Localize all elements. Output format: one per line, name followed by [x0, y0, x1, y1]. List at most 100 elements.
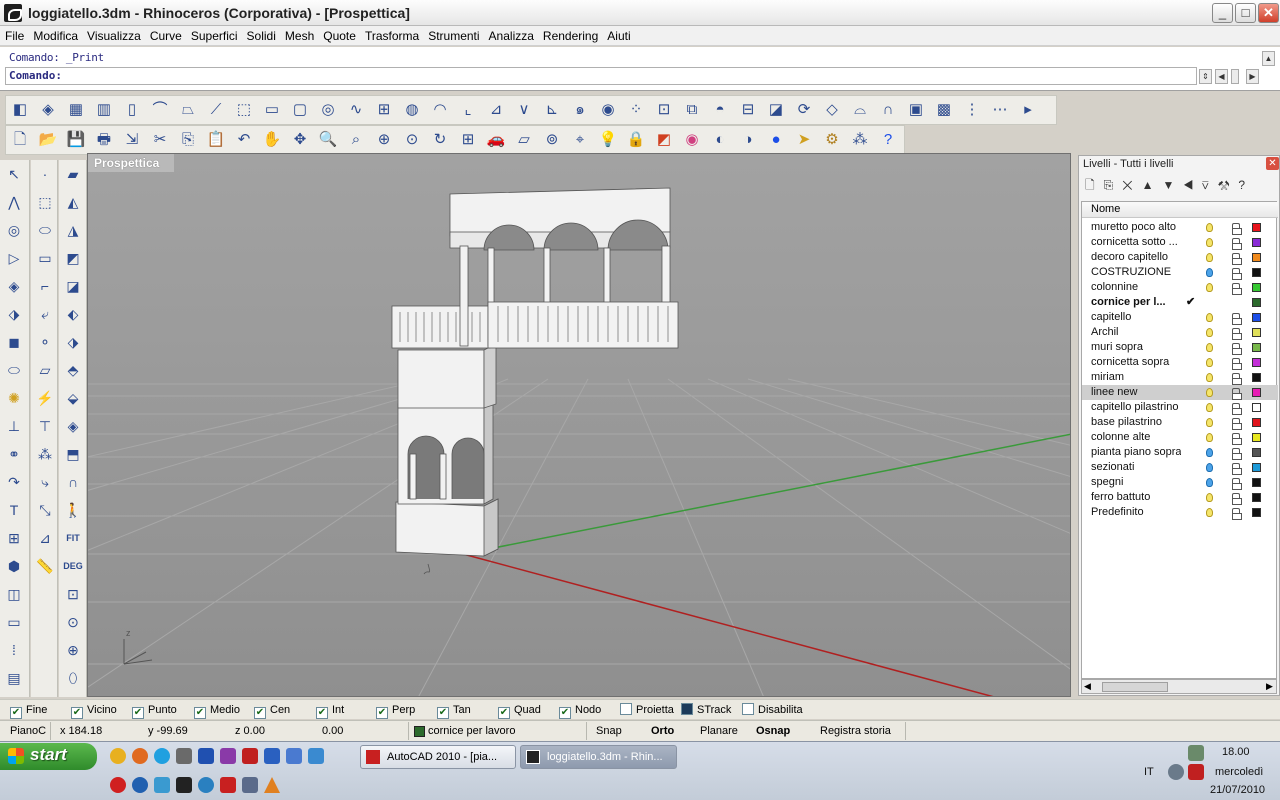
target-icon[interactable]: ⊚ — [538, 126, 566, 154]
layout-icon[interactable]: ⊡ — [650, 96, 678, 124]
snap-icon[interactable]: ⌖ — [566, 126, 594, 154]
ruler-icon[interactable]: 📏 — [31, 552, 59, 580]
visibility-bulb-icon[interactable] — [1206, 313, 1213, 322]
surface-i-icon[interactable]: ◈ — [59, 412, 87, 440]
expand-icon[interactable]: ▸ — [1014, 96, 1042, 124]
osnap-quad[interactable]: ✔ Quad — [498, 703, 541, 719]
pointer-icon[interactable]: ➤ — [790, 126, 818, 154]
move-down-icon[interactable]: ▼ — [1163, 178, 1184, 192]
patch-icon[interactable]: ⊟ — [734, 96, 762, 124]
tray-arrow-icon[interactable] — [1168, 764, 1184, 780]
cylinder-base-icon[interactable]: ⬯ — [59, 664, 87, 692]
copy-icon[interactable]: ⎘ — [174, 126, 202, 154]
four-view-icon[interactable]: ⊞ — [454, 126, 482, 154]
surface-g-icon[interactable]: ⬘ — [59, 356, 87, 384]
layer-color-swatch[interactable] — [1252, 313, 1261, 322]
osnap-checkbox[interactable]: ✔ — [376, 707, 388, 719]
unlock-icon[interactable] — [1232, 448, 1242, 460]
curve-icon[interactable]: ∿ — [342, 96, 370, 124]
trim-tool-icon[interactable]: ⊤ — [31, 412, 59, 440]
layer-row[interactable]: muri sopra — [1082, 340, 1278, 355]
photoshop-icon[interactable] — [198, 748, 214, 764]
snap-toggle[interactable]: Snap — [596, 724, 622, 739]
firefox-icon[interactable] — [132, 748, 148, 764]
layer-row[interactable]: ferro battuto — [1082, 490, 1278, 505]
box-edit-icon[interactable]: ⬚ — [230, 96, 258, 124]
unlock-icon[interactable] — [1232, 253, 1242, 265]
viewport-perspective[interactable]: z Prospettica — [87, 153, 1071, 697]
tool-icon[interactable] — [176, 748, 192, 764]
layer-color-swatch[interactable] — [1252, 343, 1261, 352]
curve-tool-icon[interactable]: ▷ — [0, 244, 28, 272]
layer-name[interactable]: capitello — [1091, 310, 1181, 325]
options-icon[interactable]: ⁂ — [846, 126, 874, 154]
layer-color-swatch[interactable] — [1252, 238, 1261, 247]
menu-aiuti[interactable]: Aiuti — [602, 26, 634, 44]
chevron-right-icon[interactable]: ▶ — [1246, 69, 1259, 84]
splitter-icon[interactable] — [1231, 69, 1239, 84]
arch-icon[interactable]: ∩ — [874, 96, 902, 124]
grid-icon[interactable]: ▦ — [62, 96, 90, 124]
layer-color-swatch[interactable] — [1252, 418, 1261, 427]
paste-icon[interactable]: 📋 — [202, 126, 230, 154]
point-icon[interactable]: ◉ — [594, 96, 622, 124]
move-up-icon[interactable]: ▲ — [1142, 178, 1163, 192]
save-icon[interactable]: 💾 — [62, 126, 90, 154]
menu-solidi[interactable]: Solidi — [242, 26, 280, 44]
layer-row[interactable]: pianta piano sopra — [1082, 445, 1278, 460]
new-layer-icon[interactable]: 🗋 — [1085, 178, 1104, 192]
current-layer-name[interactable]: cornice per lavoro — [428, 724, 515, 739]
walk-icon[interactable]: 🚶 — [59, 496, 87, 524]
surface-a-icon[interactable]: ◭ — [59, 188, 87, 216]
task-rhino[interactable]: loggiatello.3dm - Rhin... — [520, 745, 677, 769]
unlock-icon[interactable] — [1232, 328, 1242, 340]
layer-color-swatch[interactable] — [1252, 373, 1261, 382]
layer-row[interactable]: decoro capitello — [1082, 250, 1278, 265]
osnap-checkbox[interactable]: ✔ — [132, 707, 144, 719]
menu-rendering[interactable]: Rendering — [538, 26, 602, 44]
osnap-disabilita[interactable]: Disabilita — [742, 703, 803, 717]
split-icon[interactable]: ◪ — [762, 96, 790, 124]
zoom-extents-icon[interactable]: ⊕ — [370, 126, 398, 154]
hook-icon[interactable]: ⌐ — [31, 272, 59, 300]
fit-icon[interactable]: FIT — [59, 524, 87, 552]
select-icon[interactable]: ⁘ — [622, 96, 650, 124]
layer-name[interactable]: colonnine — [1091, 280, 1181, 295]
settings-icon[interactable]: ⚙ — [818, 126, 846, 154]
loft-icon[interactable]: ⏢ — [174, 96, 202, 124]
undo-icon[interactable]: ↶ — [230, 126, 258, 154]
snap-grid-icon[interactable]: ⊡ — [59, 580, 87, 608]
color-wheel-icon[interactable]: ◉ — [678, 126, 706, 154]
layer-row[interactable]: COSTRUZIONE — [1082, 265, 1278, 280]
layer-row[interactable]: spegni — [1082, 475, 1278, 490]
orto-toggle[interactable]: Orto — [651, 724, 674, 739]
open-icon[interactable]: 📂 — [34, 126, 62, 154]
layer-name[interactable]: linee new — [1091, 385, 1181, 400]
more-tools-icon[interactable]: ⋮ — [958, 96, 986, 124]
layer-color-swatch[interactable] — [1252, 358, 1261, 367]
cage-icon[interactable]: ⊞ — [370, 96, 398, 124]
layer-color-swatch[interactable] — [1252, 253, 1261, 262]
visibility-bulb-icon[interactable] — [1206, 418, 1213, 427]
twist-icon[interactable]: ⟋ — [202, 96, 230, 124]
visibility-bulb-icon[interactable] — [1206, 358, 1213, 367]
spiral-icon[interactable]: ๑ — [566, 96, 594, 124]
visibility-bulb-icon[interactable] — [1206, 493, 1213, 502]
surface-e-icon[interactable]: ⬖ — [59, 300, 87, 328]
vlc-icon[interactable] — [264, 777, 280, 793]
osnap-toggle[interactable]: Osnap — [756, 724, 790, 739]
join-icon[interactable]: ∨ — [510, 96, 538, 124]
unlock-icon[interactable] — [1232, 358, 1242, 370]
osnap-proietta[interactable]: Proietta — [620, 703, 674, 717]
sweep-icon[interactable]: ⌒ — [146, 96, 174, 124]
rhino-launch-icon[interactable] — [176, 777, 192, 793]
close-button[interactable]: ✕ — [1258, 3, 1279, 23]
unlock-icon[interactable] — [1232, 508, 1242, 520]
explorer-icon[interactable] — [242, 777, 258, 793]
text-tool-icon[interactable]: T — [0, 496, 28, 524]
visibility-bulb-icon[interactable] — [1206, 343, 1213, 352]
osnap-checkbox[interactable]: ✔ — [437, 707, 449, 719]
curve-edit-icon[interactable]: ⤷ — [31, 468, 59, 496]
osnap-cen[interactable]: ✔ Cen — [254, 703, 290, 719]
unlock-icon[interactable] — [1232, 313, 1242, 325]
